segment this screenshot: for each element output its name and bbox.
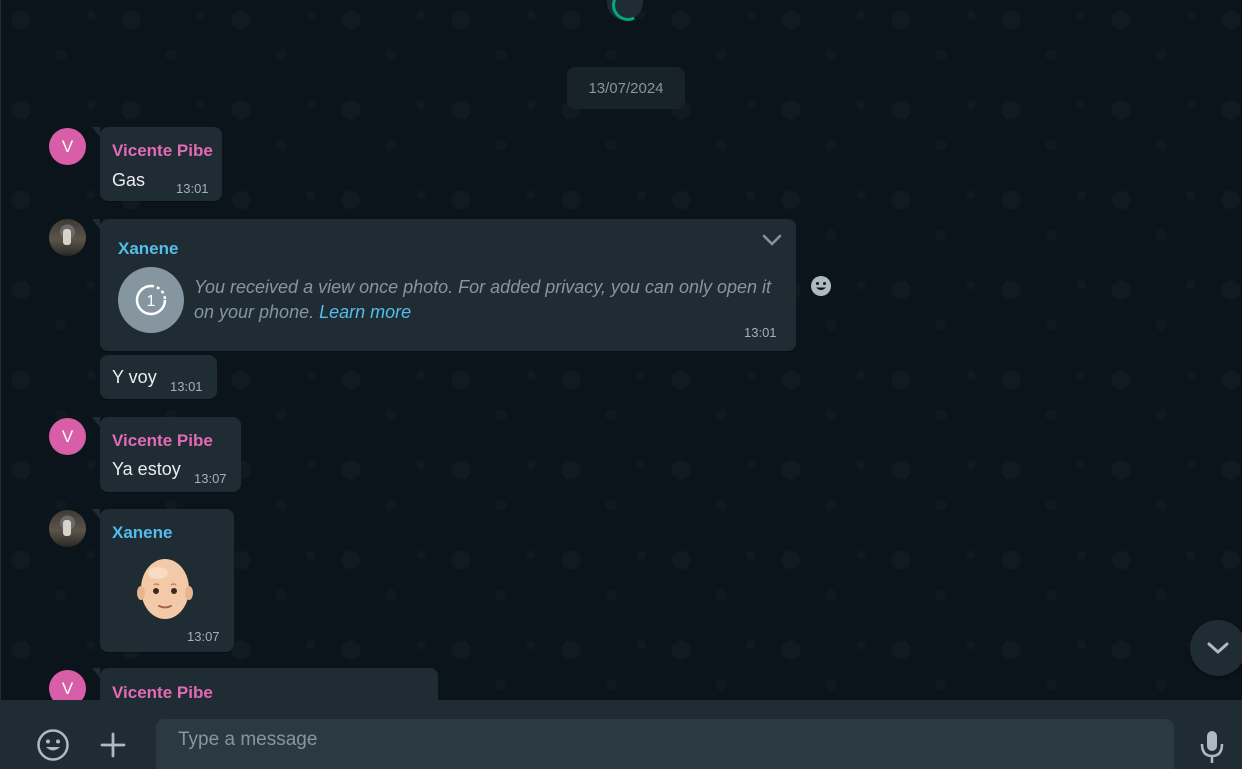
learn-more-link[interactable]: Learn more (319, 302, 411, 322)
message-time: 13:07 (194, 471, 227, 486)
view-once-notice-text: You received a view once photo. For adde… (194, 277, 772, 322)
view-once-notice: You received a view once photo. For adde… (194, 275, 784, 325)
emoji-button[interactable] (33, 725, 73, 765)
chevron-down-icon[interactable] (761, 233, 783, 247)
sender-name[interactable]: Vicente Pibe (112, 141, 213, 161)
sticker-message-bubble[interactable]: Xanene 13:07 (92, 509, 234, 652)
message-time: 13:01 (170, 379, 203, 394)
message-text: Ya estoy (112, 459, 181, 479)
sender-name[interactable]: Xanene (118, 239, 178, 259)
message-text: Y voy (112, 367, 157, 387)
emoji-reaction-button[interactable] (803, 268, 838, 303)
microphone-icon (1200, 731, 1224, 763)
date-divider: 13/07/2024 (567, 67, 685, 109)
smiley-icon (37, 729, 69, 761)
sender-name[interactable]: Vicente Pibe (112, 431, 213, 451)
smiley-icon (810, 275, 831, 296)
loading-spinner-icon (607, 0, 643, 20)
message-composer (0, 700, 1242, 769)
svg-text:1: 1 (147, 293, 156, 310)
voice-message-button[interactable] (1192, 727, 1232, 767)
view-once-message-bubble[interactable]: Xanene 1 You received a view once photo.… (92, 219, 796, 351)
message-bubble[interactable]: Y voy 13:01 (100, 355, 217, 399)
plus-icon (100, 732, 126, 758)
avatar[interactable] (49, 510, 86, 547)
attach-button[interactable] (93, 725, 133, 765)
view-once-icon: 1 (118, 267, 184, 333)
message-time: 13:01 (744, 325, 777, 340)
message-input[interactable] (156, 719, 1174, 769)
scroll-to-bottom-button[interactable] (1190, 620, 1242, 676)
sender-name[interactable]: Vicente Pibe (112, 683, 213, 700)
message-bubble[interactable]: Vicente Pibe (92, 668, 438, 700)
avatar[interactable] (49, 219, 86, 256)
message-bubble[interactable]: Vicente Pibe Gas 13:01 (92, 127, 222, 201)
message-time: 13:07 (187, 629, 220, 644)
message-time: 13:01 (176, 181, 209, 196)
bald-person-emoji-icon[interactable] (136, 555, 194, 623)
avatar[interactable]: V (49, 670, 86, 700)
message-text: Gas (112, 170, 146, 190)
sender-name[interactable]: Xanene (112, 523, 172, 543)
message-bubble[interactable]: Vicente Pibe Ya estoy 13:07 (92, 417, 241, 492)
avatar[interactable]: V (49, 418, 86, 455)
chevron-down-icon (1207, 642, 1229, 654)
avatar[interactable]: V (49, 128, 86, 165)
chat-messages-area[interactable]: 13/07/2024 V Vicente Pibe Gas 13:01 Xane… (0, 0, 1242, 700)
